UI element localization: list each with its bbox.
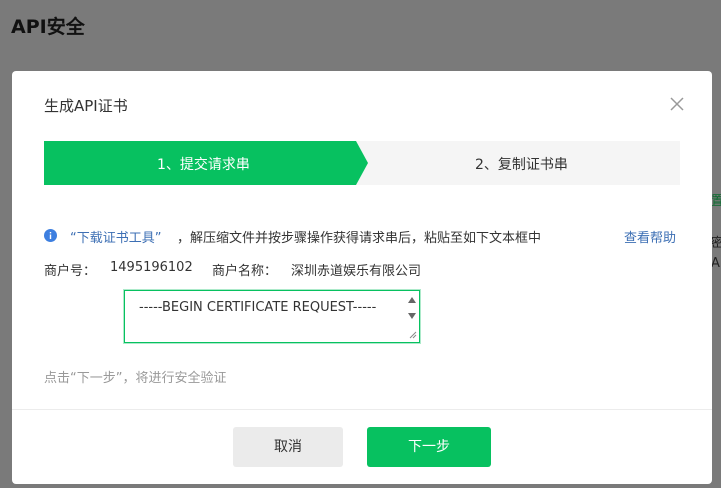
step-1-label: 1、提交请求串 [157, 157, 250, 173]
background-peek-text: 密 [711, 236, 721, 251]
instruction-text: ，解压缩文件并按步骤操作获得请求串后，粘贴至如下文本框中 [177, 231, 542, 246]
info-icon [44, 229, 57, 242]
background-peek-text: A [711, 256, 720, 271]
merchant-name-value: 深圳赤道娱乐有限公司 [291, 264, 422, 279]
csr-textarea[interactable]: -----BEGIN CERTIFICATE REQUEST----- [124, 290, 420, 343]
view-help-link[interactable]: 查看帮助 [624, 227, 676, 246]
next-step-button[interactable]: 下一步 [367, 427, 491, 467]
merchant-id-value: 1495196102 [110, 260, 193, 275]
step-2-label: 2、复制证书串 [475, 157, 568, 173]
merchant-id-label: 商户号： [44, 264, 97, 279]
step-indicator: 1、提交请求串 2、复制证书串 [44, 141, 680, 185]
dialog-title: 生成API证书 [44, 97, 128, 115]
page-title: API安全 [11, 16, 85, 38]
merchant-name-label: 商户名称： [212, 264, 278, 279]
download-tool-link[interactable]: “下载证书工具” [70, 227, 161, 246]
textarea-scrollbar[interactable] [407, 294, 417, 340]
cancel-button[interactable]: 取消 [233, 427, 343, 467]
generate-certificate-dialog: 生成API证书 1、提交请求串 2、复制证书串 “下载证书工具” ，解压缩文件并… [12, 71, 712, 484]
close-icon[interactable] [668, 95, 686, 113]
instruction-line: “下载证书工具” ，解压缩文件并按步骤操作获得请求串后，粘贴至如下文本框中 查看… [44, 226, 684, 246]
background-peek-text: 置 [711, 194, 721, 209]
csr-textarea-value: -----BEGIN CERTIFICATE REQUEST----- [139, 300, 377, 315]
security-hint: 点击“下一步”，将进行安全验证 [44, 371, 227, 386]
footer-divider [12, 409, 712, 410]
